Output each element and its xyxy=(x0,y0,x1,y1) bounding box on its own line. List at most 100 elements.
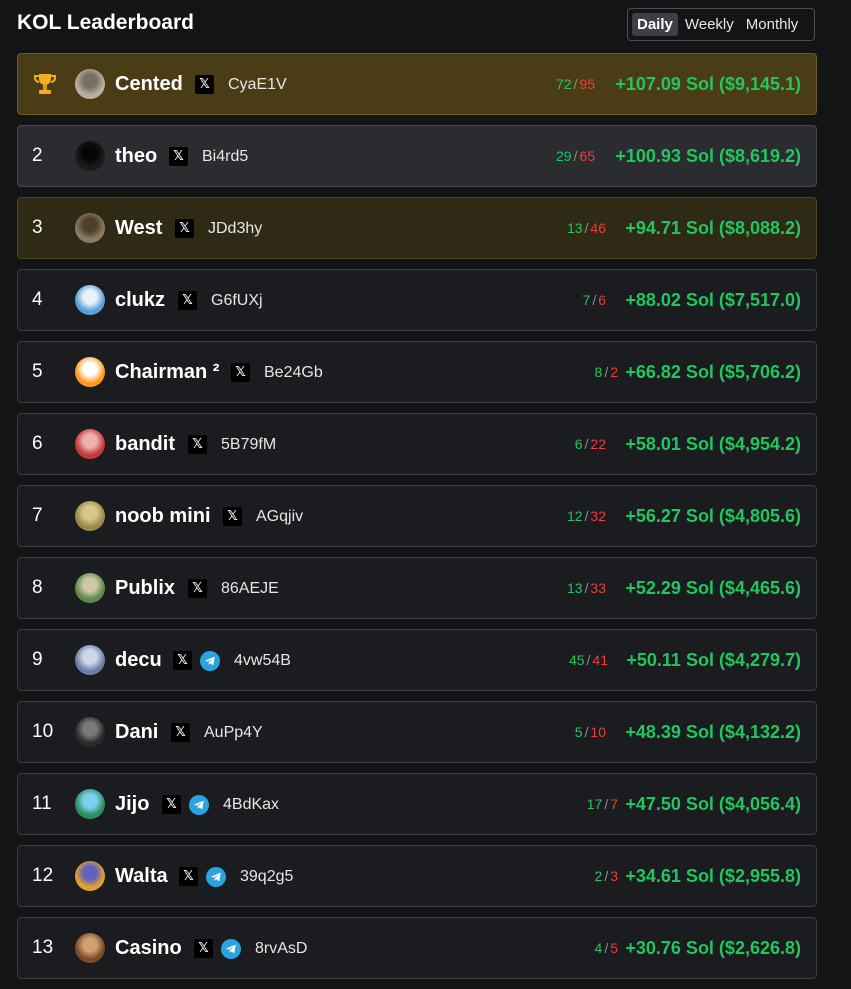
x-twitter-icon[interactable]: 𝕏 xyxy=(223,507,242,526)
pnl-value: +88.02 Sol ($7,517.0) xyxy=(625,290,801,310)
leaderboard-row[interactable]: 12 Walta 𝕏 39q2g5 2/3 +34.61 Sol ($2,955.8) xyxy=(17,845,817,907)
wallet-address[interactable]: Bi4rd5 xyxy=(202,148,248,166)
kol-name[interactable]: bandit xyxy=(115,414,175,474)
kol-name[interactable]: clukz xyxy=(115,270,165,330)
wallet-address[interactable]: AGqjiv xyxy=(256,508,303,526)
wallet-address[interactable]: Be24Gb xyxy=(264,364,323,382)
x-twitter-icon[interactable]: 𝕏 xyxy=(195,75,214,94)
leaderboard-row[interactable]: 11 Jijo 𝕏 4BdKax 17/7 +47.50 Sol ($4,056.4) xyxy=(17,773,817,835)
kol-name[interactable]: Jijo xyxy=(115,774,149,834)
kol-name[interactable]: Cented xyxy=(115,54,183,114)
leaderboard-row[interactable]: 10 Dani 𝕏 AuPp4Y 5/10 +48.39 Sol ($4,132.2) xyxy=(17,701,817,763)
avatar[interactable] xyxy=(75,429,105,459)
wallet-address[interactable]: 5B79fM xyxy=(221,436,276,454)
social-links: 𝕏 39q2g5 xyxy=(179,866,293,887)
avatar[interactable] xyxy=(75,933,105,963)
losses-count: 46 xyxy=(590,220,606,236)
x-twitter-icon[interactable]: 𝕏 xyxy=(194,939,213,958)
win-loss-count: 17/7 xyxy=(548,774,618,834)
pnl-value: +107.09 Sol ($9,145.1) xyxy=(615,74,801,94)
leaderboard-row[interactable]: 4 clukz 𝕏 G6fUXj 7/6 +88.02 Sol ($7,517.0) xyxy=(17,269,817,331)
pnl-value: +34.61 Sol ($2,955.8) xyxy=(625,866,801,886)
leaderboard-row[interactable]: 9 decu 𝕏 4vw54B 45/41 +50.11 Sol ($4,279.7) xyxy=(17,629,817,691)
rank-number: 9 xyxy=(32,649,43,670)
wallet-address[interactable]: G6fUXj xyxy=(211,292,263,310)
losses-count: 32 xyxy=(590,508,606,524)
social-links: 𝕏 86AEJE xyxy=(188,579,279,598)
kol-name[interactable]: decu xyxy=(115,630,162,690)
wins-count: 13 xyxy=(566,580,583,596)
kol-name[interactable]: Chairman ² xyxy=(115,342,219,402)
kol-name[interactable]: noob mini xyxy=(115,486,211,546)
social-links: 𝕏 8rvAsD xyxy=(194,938,307,959)
period-monthly-button[interactable]: Monthly xyxy=(741,13,804,36)
x-twitter-icon[interactable]: 𝕏 xyxy=(162,795,181,814)
x-twitter-icon[interactable]: 𝕏 xyxy=(188,579,207,598)
kol-name[interactable]: West xyxy=(115,198,162,258)
avatar[interactable] xyxy=(75,213,105,243)
rank-number: 5 xyxy=(32,361,43,382)
leaderboard-row[interactable]: 6 bandit 𝕏 5B79fM 6/22 +58.01 Sol ($4,954.2) xyxy=(17,413,817,475)
avatar[interactable] xyxy=(75,285,105,315)
wallet-address[interactable]: 4BdKax xyxy=(223,796,279,814)
wins-count: 29 xyxy=(555,148,572,164)
win-loss-count: 12/32 xyxy=(536,486,606,546)
avatar[interactable] xyxy=(75,141,105,171)
x-twitter-icon[interactable]: 𝕏 xyxy=(231,363,250,382)
wallet-address[interactable]: JDd3hy xyxy=(208,220,262,238)
telegram-icon[interactable] xyxy=(206,866,226,887)
wallet-address[interactable]: 8rvAsD xyxy=(255,940,307,958)
kol-name[interactable]: Dani xyxy=(115,702,158,762)
period-daily-button[interactable]: Daily xyxy=(632,13,678,36)
avatar[interactable] xyxy=(75,501,105,531)
social-links: 𝕏 5B79fM xyxy=(188,435,276,454)
x-twitter-icon[interactable]: 𝕏 xyxy=(169,147,188,166)
telegram-icon[interactable] xyxy=(200,650,220,671)
kol-name[interactable]: theo xyxy=(115,126,157,186)
rank-number: 3 xyxy=(32,217,43,238)
kol-name[interactable]: Publix xyxy=(115,558,175,618)
leaderboard-row[interactable]: 3 West 𝕏 JDd3hy 13/46 +94.71 Sol ($8,088.2) xyxy=(17,197,817,259)
social-links: 𝕏 Be24Gb xyxy=(231,363,323,382)
leaderboard-row[interactable]: 13 Casino 𝕏 8rvAsD 4/5 +30.76 Sol ($2,626.8) xyxy=(17,917,817,979)
x-twitter-icon[interactable]: 𝕏 xyxy=(178,291,197,310)
avatar[interactable] xyxy=(75,717,105,747)
telegram-icon[interactable] xyxy=(221,938,241,959)
wallet-address[interactable]: CyaE1V xyxy=(228,76,287,94)
losses-count: 10 xyxy=(590,724,606,740)
avatar[interactable] xyxy=(75,861,105,891)
rank-number: 10 xyxy=(32,721,54,742)
x-twitter-icon[interactable]: 𝕏 xyxy=(188,435,207,454)
social-links: 𝕏 4BdKax xyxy=(162,794,279,815)
wins-count: 12 xyxy=(566,508,583,524)
avatar[interactable] xyxy=(75,357,105,387)
leaderboard-row[interactable]: 2 theo 𝕏 Bi4rd5 29/65 +100.93 Sol ($8,619.2) xyxy=(17,125,817,187)
x-twitter-icon[interactable]: 𝕏 xyxy=(175,219,194,238)
social-links: 𝕏 JDd3hy xyxy=(175,219,262,238)
leaderboard-row[interactable]: Cented 𝕏 CyaE1V 72/95 +107.09 Sol ($9,145.1) xyxy=(17,53,817,115)
avatar[interactable] xyxy=(75,69,105,99)
x-twitter-icon[interactable]: 𝕏 xyxy=(179,867,198,886)
x-twitter-icon[interactable]: 𝕏 xyxy=(173,651,192,670)
telegram-icon[interactable] xyxy=(189,794,209,815)
avatar[interactable] xyxy=(75,645,105,675)
losses-count: 2 xyxy=(610,364,618,380)
leaderboard-row[interactable]: 7 noob mini 𝕏 AGqjiv 12/32 +56.27 Sol ($4,805… xyxy=(17,485,817,547)
avatar[interactable] xyxy=(75,573,105,603)
leaderboard-row[interactable]: 5 Chairman ² 𝕏 Be24Gb 8/2 +66.82 Sol ($5,706.… xyxy=(17,341,817,403)
social-links: 𝕏 4vw54B xyxy=(173,650,291,671)
kol-name[interactable]: Casino xyxy=(115,918,182,978)
wallet-address[interactable]: 39q2g5 xyxy=(240,868,293,886)
leaderboard-row[interactable]: 8 Publix 𝕏 86AEJE 13/33 +52.29 Sol ($4,465.6) xyxy=(17,557,817,619)
wallet-address[interactable]: 4vw54B xyxy=(234,652,291,670)
rank-number: 6 xyxy=(32,433,43,454)
avatar[interactable] xyxy=(75,789,105,819)
kol-name[interactable]: Walta xyxy=(115,846,168,906)
social-links: 𝕏 CyaE1V xyxy=(195,75,287,94)
x-twitter-icon[interactable]: 𝕏 xyxy=(171,723,190,742)
wins-count: 13 xyxy=(566,220,583,236)
losses-count: 7 xyxy=(610,796,618,812)
period-weekly-button[interactable]: Weekly xyxy=(680,13,739,36)
wallet-address[interactable]: 86AEJE xyxy=(221,580,279,598)
wallet-address[interactable]: AuPp4Y xyxy=(204,724,263,742)
